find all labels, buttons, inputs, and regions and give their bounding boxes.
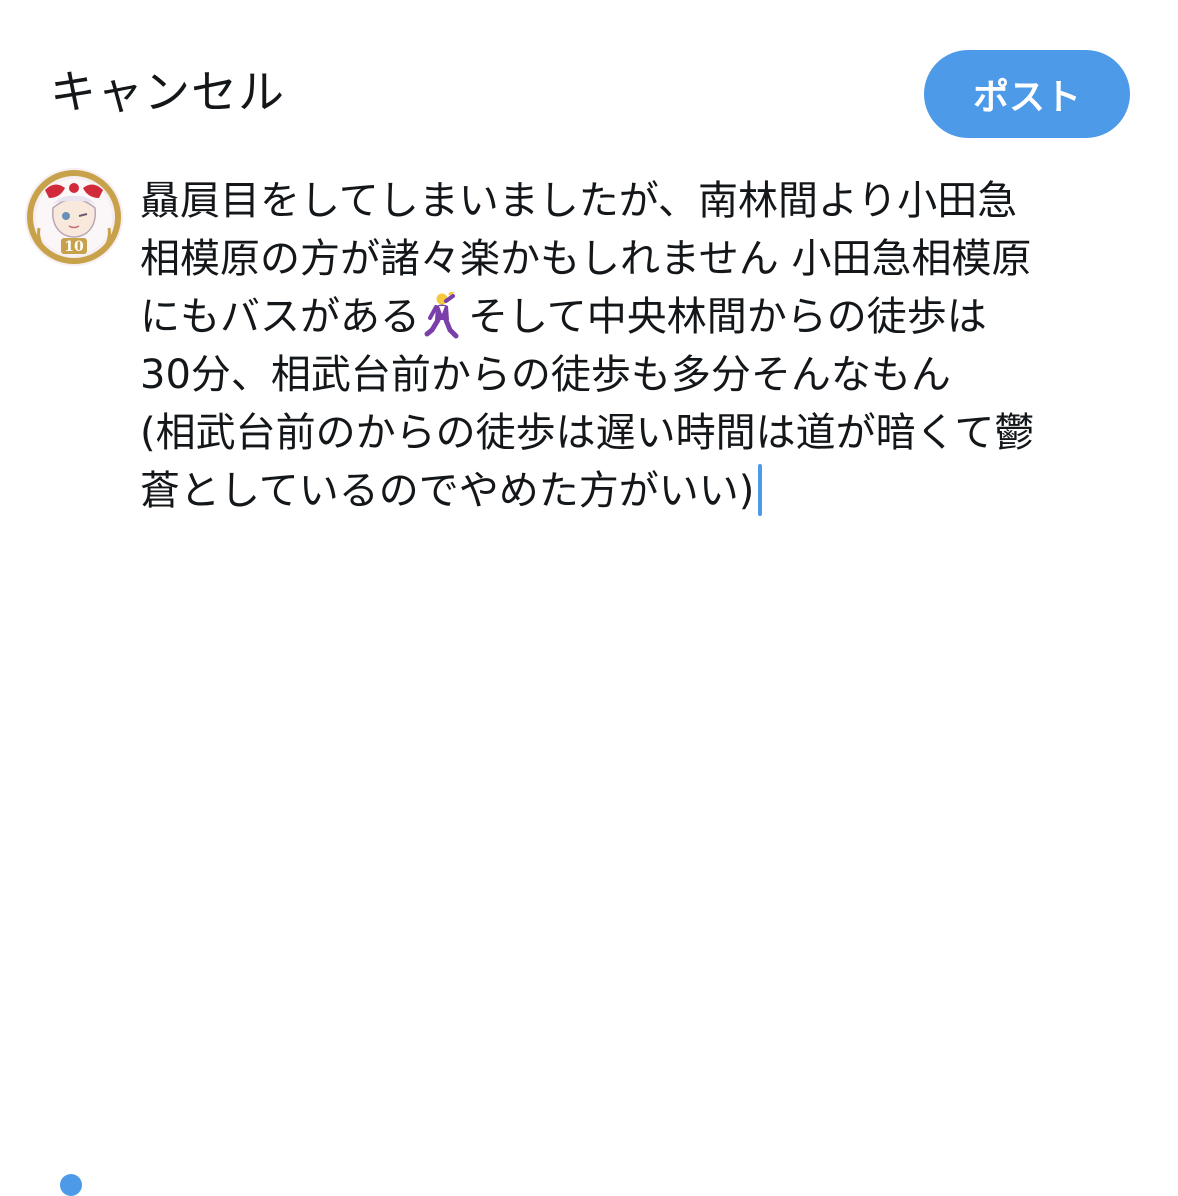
avatar[interactable]: 10: [25, 168, 123, 266]
post-button[interactable]: ポスト: [924, 50, 1130, 138]
avatar-image: 10: [25, 168, 123, 266]
compose-line-3-end: そして中央林間からの徒歩は: [468, 294, 987, 340]
compose-line-4: 30分、相武台前からの徒歩も多分そんなもん: [140, 352, 951, 398]
compose-line-3: にもバスがある そして中央林間からの徒歩は: [140, 288, 1160, 346]
compose-line-2: 相模原の方が諸々楽かもしれません 小田急相模原: [140, 236, 1032, 282]
man-dancing-icon: [422, 288, 462, 340]
post-button-label: ポスト: [972, 77, 1081, 118]
avatar-badge-text: 10: [64, 239, 84, 255]
compose-line-3-start: にもバスがある: [140, 294, 420, 340]
tweet-compose-text[interactable]: 贔屓目をしてしまいましたが、南林間より小田急 相模原の方が諸々楽かもしれません …: [140, 172, 1160, 520]
text-cursor: [758, 464, 763, 516]
compose-line-6: 蒼としているのでやめた方がいい): [140, 462, 1160, 520]
cancel-button[interactable]: キャンセル: [50, 62, 285, 122]
toolbar-button-partial[interactable]: [60, 1174, 82, 1196]
compose-line-6-text: 蒼としているのでやめた方がいい): [140, 468, 755, 514]
compose-line-5: (相武台前のからの徒歩は遅い時間は道が暗くて鬱: [140, 410, 1035, 456]
compose-line-1: 贔屓目をしてしまいましたが、南林間より小田急: [140, 178, 1018, 224]
